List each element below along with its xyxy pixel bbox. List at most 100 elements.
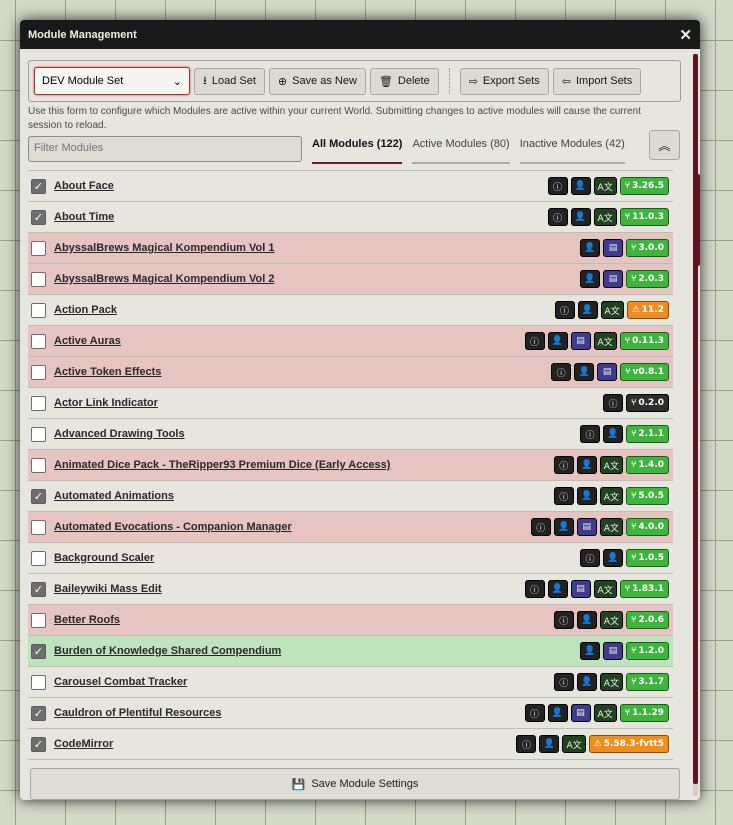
version-badge[interactable]: ⚠ 5.58.3-fvtt5 (588, 735, 669, 753)
author-icon[interactable]: 👤 (579, 642, 600, 660)
info-icon[interactable]: ⓘ (516, 735, 537, 753)
author-icon[interactable]: 👤 (570, 208, 591, 226)
info-icon[interactable]: ⓘ (579, 425, 600, 443)
compendium-icon[interactable]: ▤ (602, 270, 623, 288)
load-set-button[interactable]: ⭳ Load Set (194, 67, 265, 95)
author-icon[interactable]: 👤 (547, 332, 568, 350)
language-icon[interactable]: A文 (600, 301, 624, 319)
version-badge[interactable]: ⑂ 2.0.3 (625, 270, 669, 288)
module-name-link[interactable]: About Time (54, 211, 548, 223)
info-icon[interactable]: ⓘ (547, 208, 568, 226)
module-name-link[interactable]: Automated Animations (54, 490, 554, 502)
module-checkbox[interactable] (31, 426, 46, 442)
module-name-link[interactable]: Actor Link Indicator (54, 397, 603, 409)
window-titlebar[interactable]: Module Management ✕ (20, 20, 700, 49)
author-icon[interactable]: 👤 (576, 611, 597, 629)
module-checkbox[interactable]: ✓ (31, 581, 46, 597)
module-name-link[interactable]: Automated Evocations - Companion Manager (54, 521, 531, 533)
author-icon[interactable]: 👤 (579, 239, 600, 257)
import-sets-button[interactable]: ⇦ Import Sets (552, 67, 642, 95)
module-checkbox[interactable] (31, 240, 46, 256)
info-icon[interactable]: ⓘ (553, 611, 574, 629)
export-sets-button[interactable]: ⇨ Export Sets (459, 67, 549, 95)
version-badge[interactable]: ⑂ 1.83.1 (619, 580, 669, 598)
info-icon[interactable]: ⓘ (554, 301, 575, 319)
info-icon[interactable]: ⓘ (579, 549, 600, 567)
author-icon[interactable]: 👤 (577, 301, 598, 319)
module-checkbox[interactable] (31, 271, 46, 287)
module-name-link[interactable]: Cauldron of Plentiful Resources (54, 707, 525, 719)
version-badge[interactable]: ⑂ 5.0.5 (625, 487, 669, 505)
author-icon[interactable]: 👤 (576, 487, 597, 505)
language-icon[interactable]: A文 (562, 735, 586, 753)
save-module-settings-button[interactable]: 💾 Save Module Settings (30, 768, 680, 800)
version-badge[interactable]: ⑂ 1.1.29 (619, 704, 669, 722)
compendium-icon[interactable]: ▤ (597, 363, 618, 381)
author-icon[interactable]: 👤 (553, 518, 574, 536)
module-name-link[interactable]: AbyssalBrews Magical Kompendium Vol 1 (54, 242, 580, 254)
version-badge[interactable]: ⑂ 1.0.5 (625, 549, 669, 567)
info-icon[interactable]: ⓘ (524, 704, 545, 722)
info-icon[interactable]: ⓘ (524, 332, 545, 350)
language-icon[interactable]: A文 (593, 332, 617, 350)
info-icon[interactable]: ⓘ (524, 580, 545, 598)
version-badge[interactable]: ⑂ 2.1.1 (625, 425, 669, 443)
module-checkbox[interactable]: ✓ (31, 736, 46, 752)
module-name-link[interactable]: Active Token Effects (54, 366, 551, 378)
module-checkbox[interactable]: ✓ (31, 178, 46, 194)
module-checkbox[interactable]: ✓ (31, 488, 46, 504)
module-name-link[interactable]: Background Scaler (54, 552, 580, 564)
language-icon[interactable]: A文 (593, 704, 617, 722)
module-checkbox[interactable]: ✓ (31, 209, 46, 225)
info-icon[interactable]: ⓘ (530, 518, 551, 536)
window-scrollbar[interactable] (693, 54, 698, 796)
module-name-link[interactable]: About Face (54, 180, 548, 192)
author-icon[interactable]: 👤 (602, 549, 623, 567)
version-badge[interactable]: ⑂ 4.0.0 (625, 518, 669, 536)
version-badge[interactable]: ⑂ 2.0.6 (625, 611, 669, 629)
language-icon[interactable]: A文 (599, 518, 623, 536)
module-checkbox[interactable] (31, 550, 46, 566)
author-icon[interactable]: 👤 (539, 735, 560, 753)
author-icon[interactable]: 👤 (576, 673, 597, 691)
info-icon[interactable]: ⓘ (602, 394, 623, 412)
tab-all-modules[interactable]: All Modules (122) (312, 130, 403, 164)
version-badge[interactable]: ⑂ 3.0.0 (625, 239, 669, 257)
collapse-button[interactable]: ︽ (649, 130, 680, 160)
version-badge[interactable]: ⑂ 1.4.0 (625, 456, 669, 474)
module-name-link[interactable]: Burden of Knowledge Shared Compendium (54, 645, 580, 657)
module-name-link[interactable]: Action Pack (54, 304, 555, 316)
module-checkbox[interactable]: ✓ (31, 705, 46, 721)
compendium-icon[interactable]: ▤ (602, 642, 623, 660)
info-icon[interactable]: ⓘ (553, 673, 574, 691)
module-set-select[interactable]: DEV Module Set ⌄ (34, 67, 190, 95)
version-badge[interactable]: ⑂ 3.26.5 (619, 177, 669, 195)
tab-inactive-modules[interactable]: Inactive Modules (42) (519, 130, 625, 164)
language-icon[interactable]: A文 (593, 177, 617, 195)
module-name-link[interactable]: Animated Dice Pack - TheRipper93 Premium… (54, 459, 554, 471)
language-icon[interactable]: A文 (599, 456, 623, 474)
compendium-icon[interactable]: ▤ (570, 580, 591, 598)
module-name-link[interactable]: AbyssalBrews Magical Kompendium Vol 2 (54, 273, 580, 285)
compendium-icon[interactable]: ▤ (576, 518, 597, 536)
author-icon[interactable]: 👤 (602, 425, 623, 443)
tab-active-modules[interactable]: Active Modules (80) (412, 130, 510, 164)
language-icon[interactable]: A文 (593, 208, 617, 226)
module-checkbox[interactable] (31, 333, 46, 349)
compendium-icon[interactable]: ▤ (570, 332, 591, 350)
module-checkbox[interactable] (31, 364, 46, 380)
author-icon[interactable]: 👤 (574, 363, 595, 381)
author-icon[interactable]: 👤 (579, 270, 600, 288)
version-badge[interactable]: ⚠ 11.2 (626, 301, 669, 319)
info-icon[interactable]: ⓘ (553, 487, 574, 505)
module-checkbox[interactable] (31, 519, 46, 535)
module-checkbox[interactable] (31, 302, 46, 318)
module-name-link[interactable]: Carousel Combat Tracker (54, 676, 554, 688)
module-name-link[interactable]: Active Auras (54, 335, 525, 347)
info-icon[interactable]: ⓘ (551, 363, 572, 381)
language-icon[interactable]: A文 (593, 580, 617, 598)
version-badge[interactable]: ⑂ 1.2.0 (625, 642, 669, 660)
filter-modules-input[interactable]: Filter Modules (28, 136, 302, 162)
module-checkbox[interactable]: ✓ (31, 643, 46, 659)
info-icon[interactable]: ⓘ (547, 177, 568, 195)
